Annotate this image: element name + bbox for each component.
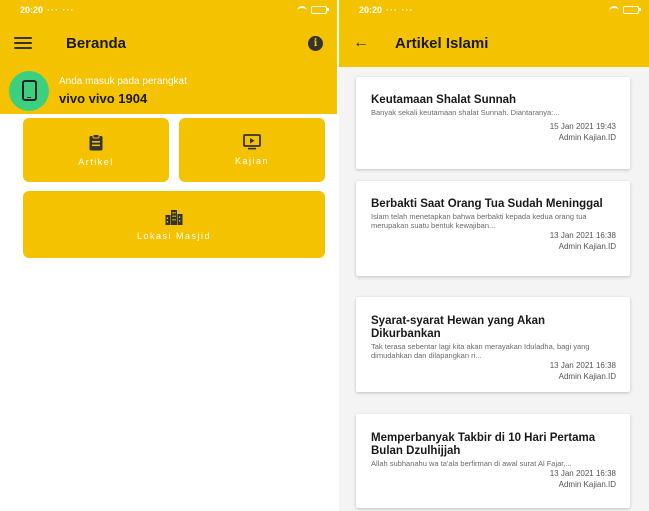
article-card[interactable]: Berbakti Saat Orang Tua Sudah Meninggal … (356, 181, 630, 276)
article-title: Syarat-syarat Hewan yang Akan Dikurbanka… (371, 315, 546, 340)
status-notifications: ··· ··· (386, 4, 414, 15)
article-excerpt: Tak terasa sebentar lagi kita akan meray… (371, 342, 590, 360)
wifi-icon (609, 5, 619, 14)
article-list-screen: 20:20 ··· ··· ← Artikel Islami Keutamaan… (339, 0, 649, 511)
device-avatar (9, 70, 49, 111)
lokasi-masjid-button[interactable]: Lokasi Masjid (23, 191, 325, 258)
app-bar: Beranda i (0, 19, 337, 67)
article-title: Keutamaan Shalat Sunnah (371, 94, 517, 106)
article-author: Admin Kajian.ID (558, 480, 616, 489)
article-author: Admin Kajian.ID (558, 372, 616, 381)
article-title: Berbakti Saat Orang Tua Sudah Meninggal (371, 198, 603, 210)
article-excerpt: Islam telah menetapkan bahwa berbakti ke… (371, 212, 587, 230)
artikel-label: Artikel (78, 156, 114, 167)
article-date: 13 Jan 2021 16:38 (549, 469, 616, 478)
battery-icon (623, 5, 641, 14)
app-bar: ← Artikel Islami (339, 19, 649, 67)
article-author: Admin Kajian.ID (558, 242, 616, 251)
video-play-icon (243, 134, 261, 150)
device-caption: Anda masuk pada perangkat (59, 75, 187, 87)
page-title: Artikel Islami (395, 34, 489, 52)
article-excerpt: Allah subhanahu wa ta'ala berfirman di a… (371, 459, 572, 468)
status-bar: 20:20 ··· ··· (339, 0, 649, 19)
wifi-icon (297, 5, 307, 14)
status-icons (297, 5, 329, 14)
article-date: 13 Jan 2021 16:38 (549, 361, 616, 370)
smartphone-icon (21, 80, 37, 101)
status-bar: 20:20 ··· ··· (0, 0, 337, 19)
article-date: 15 Jan 2021 19:43 (549, 122, 616, 131)
kajian-button[interactable]: Kajian (179, 118, 325, 182)
artikel-button[interactable]: Artikel (23, 118, 169, 182)
article-card[interactable]: Syarat-syarat Hewan yang Akan Dikurbanka… (356, 297, 630, 392)
article-title: Memperbanyak Takbir di 10 Hari Pertama B… (371, 432, 596, 457)
battery-icon (311, 5, 329, 14)
device-name: vivo vivo 1904 (59, 90, 148, 106)
status-icons (609, 5, 641, 14)
article-author: Admin Kajian.ID (558, 133, 616, 142)
menu-icon[interactable] (14, 37, 32, 49)
city-buildings-icon (165, 209, 183, 225)
article-card[interactable]: Memperbanyak Takbir di 10 Hari Pertama B… (356, 414, 630, 508)
back-arrow-icon[interactable]: ← (353, 34, 369, 52)
article-date: 13 Jan 2021 16:38 (549, 231, 616, 240)
status-time: 20:20 (359, 4, 383, 15)
device-banner: Anda masuk pada perangkat vivo vivo 1904 (0, 67, 337, 114)
info-icon[interactable]: i (308, 35, 323, 51)
status-notifications: ··· ··· (47, 4, 75, 15)
clipboard-icon (89, 133, 103, 150)
article-card[interactable]: Keutamaan Shalat Sunnah Banyak sekali ke… (356, 77, 630, 169)
article-excerpt: Banyak sekali keutamaan shalat Sunnah. D… (371, 108, 560, 117)
home-screen: 20:20 ··· ··· Beranda i Anda masuk pada … (0, 0, 337, 511)
status-time: 20:20 (20, 4, 44, 15)
lokasi-masjid-label: Lokasi Masjid (136, 230, 212, 241)
page-title: Beranda (66, 34, 127, 52)
kajian-label: Kajian (234, 156, 270, 166)
